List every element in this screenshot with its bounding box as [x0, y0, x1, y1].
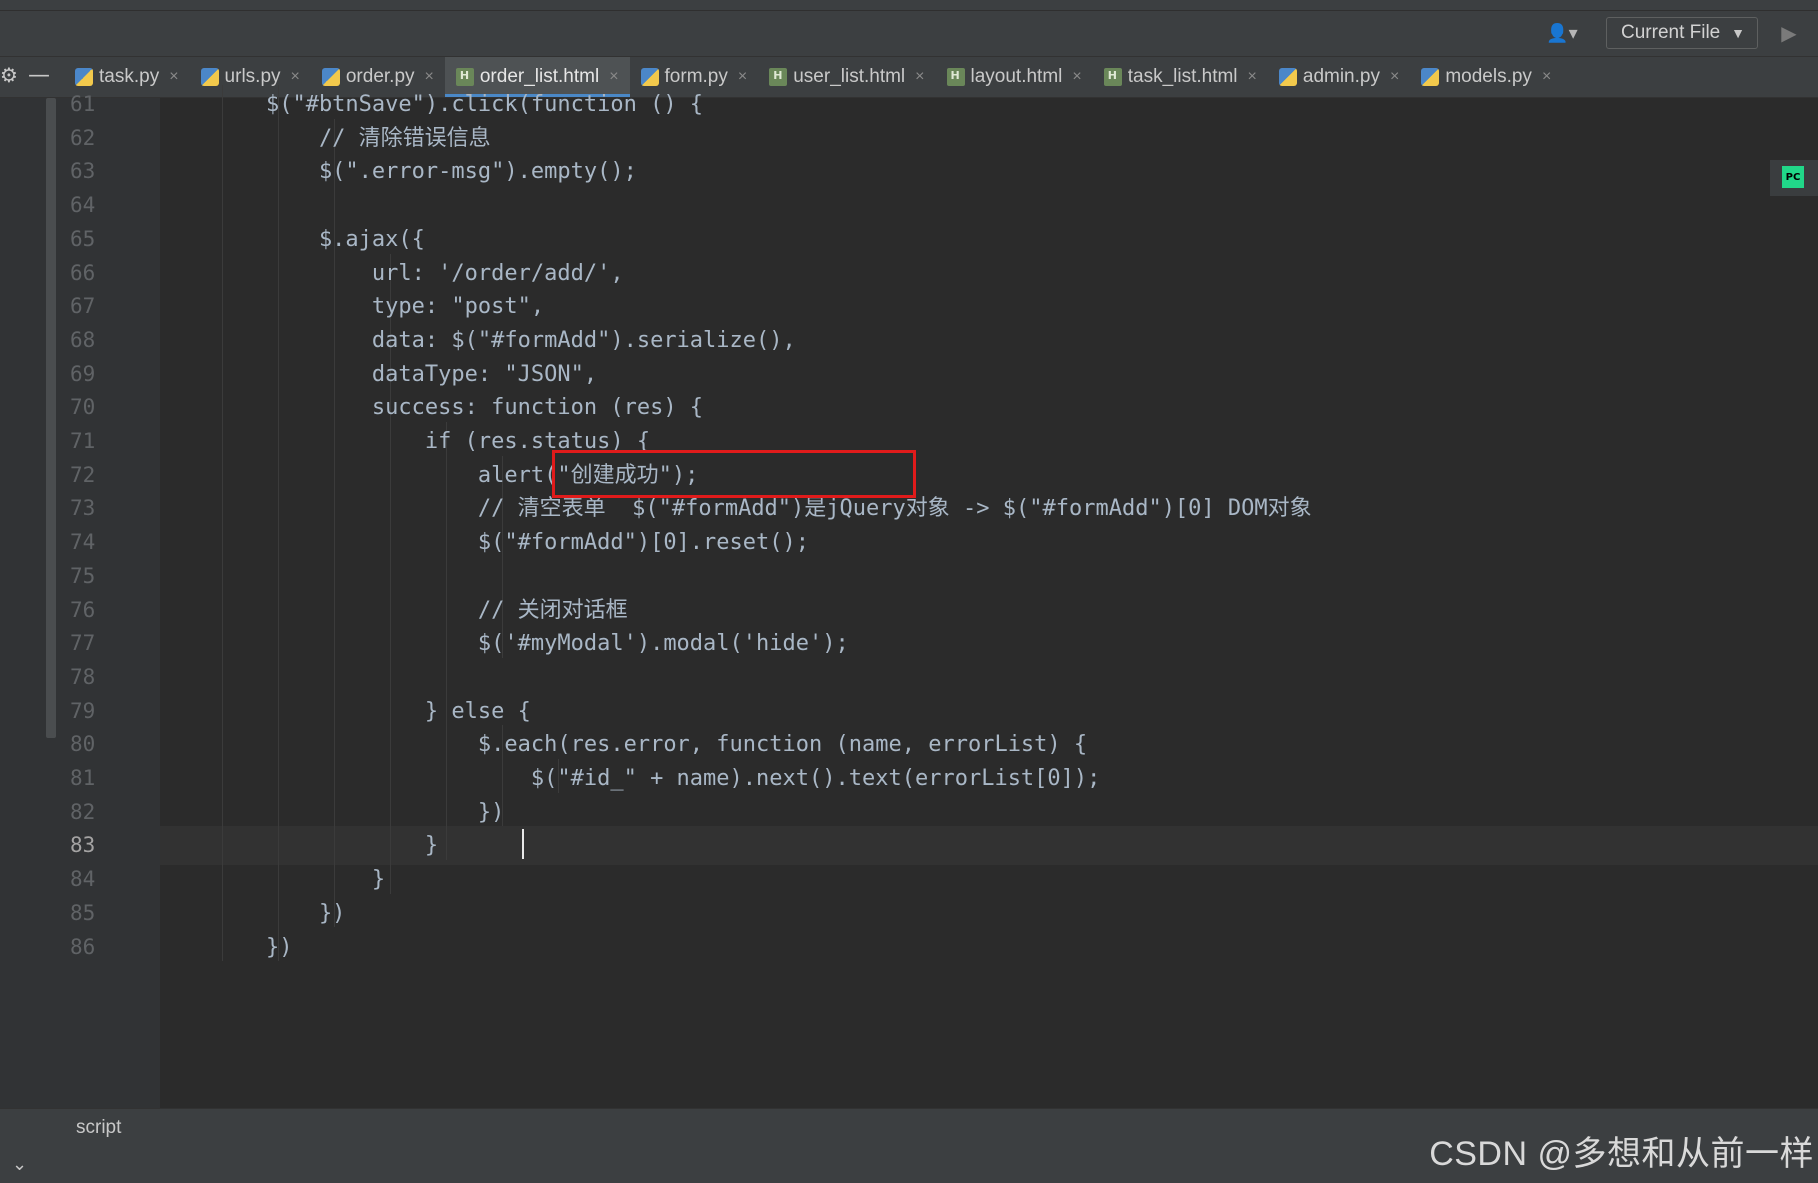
close-icon[interactable]: × [169, 68, 178, 86]
python-file-icon [1278, 68, 1297, 86]
code-line[interactable]: }) [160, 928, 293, 967]
tab-label: admin.py [1302, 66, 1380, 87]
run-configuration-label: Current File [1621, 22, 1721, 43]
close-icon[interactable]: × [1542, 68, 1551, 86]
close-icon[interactable]: × [609, 68, 618, 86]
python-file-icon [1421, 68, 1440, 86]
code-editor[interactable]: PC 61 $("#btnSave").click(function () {6… [0, 85, 1818, 1108]
user-icon[interactable]: 👤▾ [1540, 20, 1584, 46]
python-file-icon [200, 68, 219, 86]
divider [0, 10, 1818, 11]
left-tool-strip [0, 98, 60, 1108]
vertical-scrollbar[interactable] [46, 98, 56, 738]
tab-label: task_list.html [1127, 66, 1238, 87]
tab-label: models.py [1445, 66, 1532, 87]
watermark: CSDN @多想和从前一样 [1429, 1135, 1814, 1173]
pycharm-logo: PC [1782, 166, 1804, 188]
chevron-down-icon[interactable]: ⌄ [12, 1154, 27, 1175]
html-file-icon [1103, 68, 1122, 86]
tab-user-list-html[interactable]: user_list.html × [758, 57, 935, 97]
close-icon[interactable]: × [425, 68, 434, 86]
run-configuration-dropdown[interactable]: Current File ▼ [1606, 17, 1758, 49]
tab-task-list-html[interactable]: task_list.html × [1093, 57, 1268, 97]
python-file-icon [75, 68, 93, 86]
run-icon[interactable]: ▶ [1778, 20, 1800, 46]
python-file-icon [640, 68, 659, 86]
html-file-icon [946, 68, 965, 86]
close-icon[interactable]: × [1072, 68, 1081, 86]
close-icon[interactable]: × [291, 68, 300, 86]
pycharm-icon: PC [1770, 160, 1818, 196]
close-icon[interactable]: × [1248, 68, 1257, 86]
tab-admin-py[interactable]: admin.py × [1268, 57, 1410, 97]
html-file-icon [455, 68, 474, 86]
line-number: 86 [70, 934, 96, 959]
collapse-icon[interactable]: — [28, 63, 52, 91]
tab-layout-html[interactable]: layout.html × [936, 57, 1093, 97]
top-toolbar: 👤▾ Current File ▼ ▶ [0, 0, 1818, 57]
html-file-icon [769, 68, 788, 86]
gear-icon[interactable]: ⚙ [0, 63, 18, 91]
breadcrumb[interactable]: script [76, 1117, 121, 1139]
code-line[interactable]: $("#formAdd")[0].reset(); [160, 523, 809, 562]
tab-label: layout.html [970, 66, 1063, 87]
annotation-highlight-box [552, 449, 916, 498]
code-line[interactable]: $('#myModal').modal('hide'); [160, 624, 849, 663]
tab-models-py[interactable]: models.py × [1410, 57, 1562, 97]
code-line[interactable]: $(".error-msg").empty(); [160, 152, 637, 191]
close-icon[interactable]: × [1390, 68, 1399, 86]
python-file-icon [321, 68, 340, 86]
close-icon[interactable]: × [738, 68, 747, 86]
close-icon[interactable]: × [915, 68, 924, 86]
text-cursor [522, 829, 524, 860]
tab-label: user_list.html [793, 66, 906, 87]
chevron-down-icon: ▼ [1731, 25, 1745, 41]
